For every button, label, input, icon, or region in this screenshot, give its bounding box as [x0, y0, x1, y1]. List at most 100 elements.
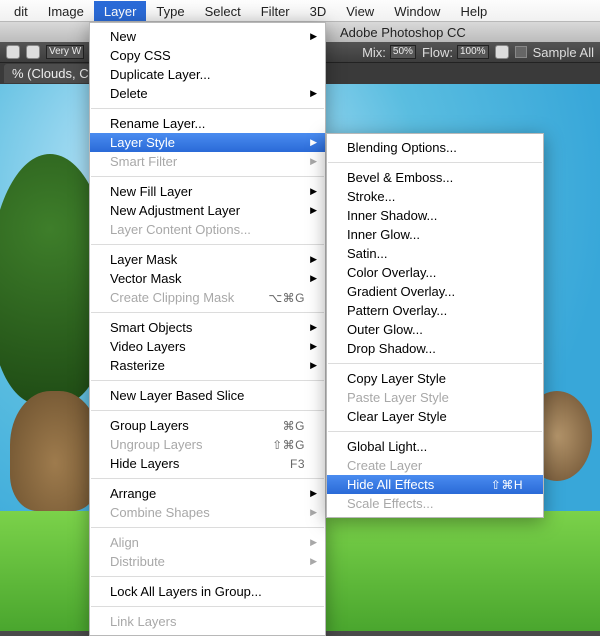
menu-item-label: Outer Glow... [347, 322, 523, 337]
menubar: ditImageLayerTypeSelectFilter3DViewWindo… [0, 0, 600, 22]
layer-menu-item[interactable]: Duplicate Layer... [90, 65, 325, 84]
menu-type[interactable]: Type [146, 1, 194, 21]
menu-item-label: Rename Layer... [110, 116, 305, 131]
menu-item-label: New Adjustment Layer [110, 203, 305, 218]
brush-label[interactable]: Very W [46, 45, 84, 59]
style-menu-item[interactable]: Outer Glow... [327, 320, 543, 339]
menu-item-label: Clear Layer Style [347, 409, 523, 424]
menu-item-label: Smart Objects [110, 320, 305, 335]
layer-menu-item[interactable]: Hide LayersF3 [90, 454, 325, 473]
chevron-right-icon: ▶ [310, 488, 317, 499]
layer-menu-item[interactable]: Delete▶ [90, 84, 325, 103]
layer-menu-item: Layer Content Options... [90, 220, 325, 239]
style-menu-item[interactable]: Satin... [327, 244, 543, 263]
menu-separator [91, 478, 324, 479]
layer-menu-item[interactable]: Layer Style▶ [90, 133, 325, 152]
chevron-right-icon: ▶ [310, 322, 317, 333]
layer-menu-item[interactable]: Group Layers⌘G [90, 416, 325, 435]
tool-preset-icon[interactable] [6, 45, 20, 59]
layer-menu-item[interactable]: Video Layers ▶ [90, 337, 325, 356]
menu-item-label: Duplicate Layer... [110, 67, 305, 82]
flow-value[interactable]: 100% [457, 45, 489, 59]
menu-dit[interactable]: dit [4, 1, 38, 21]
menu-separator [91, 108, 324, 109]
style-menu-item[interactable]: Blending Options... [327, 138, 543, 157]
style-menu-item: Scale Effects... [327, 494, 543, 513]
menu-item-label: Gradient Overlay... [347, 284, 523, 299]
sample-all-checkbox[interactable] [515, 46, 527, 58]
menu-item-label: Rasterize [110, 358, 305, 373]
menu-item-label: Video Layers [110, 339, 305, 354]
layer-menu-item: Ungroup Layers⇧⌘G [90, 435, 325, 454]
layer-menu-item[interactable]: Rasterize ▶ [90, 356, 325, 375]
menu-item-label: Vector Mask [110, 271, 305, 286]
chevron-right-icon: ▶ [310, 341, 317, 352]
style-menu-item[interactable]: Global Light... [327, 437, 543, 456]
menu-help[interactable]: Help [450, 1, 497, 21]
menu-select[interactable]: Select [195, 1, 251, 21]
style-menu-item[interactable]: Copy Layer Style [327, 369, 543, 388]
layer-menu-item[interactable]: New▶ [90, 27, 325, 46]
layer-menu-item: Create Clipping Mask⌥⌘G [90, 288, 325, 307]
menu-item-label: Combine Shapes [110, 505, 305, 520]
menu-item-label: Layer Style [110, 135, 305, 150]
menu-item-label: Copy CSS [110, 48, 305, 63]
mix-value[interactable]: 50% [390, 45, 416, 59]
style-menu-item[interactable]: Pattern Overlay... [327, 301, 543, 320]
chevron-right-icon: ▶ [310, 360, 317, 371]
style-menu-item[interactable]: Bevel & Emboss... [327, 168, 543, 187]
chevron-right-icon: ▶ [310, 186, 317, 197]
deer-art [10, 391, 100, 511]
layer-menu-item: Distribute▶ [90, 552, 325, 571]
menu-item-label: Delete [110, 86, 305, 101]
layer-menu-item[interactable]: New Layer Based Slice [90, 386, 325, 405]
style-menu-item[interactable]: Inner Shadow... [327, 206, 543, 225]
layer-menu-item[interactable]: Vector Mask ▶ [90, 269, 325, 288]
menu-separator [91, 410, 324, 411]
style-menu-item: Create Layer [327, 456, 543, 475]
menu-item-label: Scale Effects... [347, 496, 523, 511]
menu-image[interactable]: Image [38, 1, 94, 21]
style-menu-item[interactable]: Stroke... [327, 187, 543, 206]
layer-menu-item[interactable]: New Adjustment Layer▶ [90, 201, 325, 220]
menu-item-label: Create Layer [347, 458, 523, 473]
flow-label: Flow: [422, 45, 453, 60]
menu-item-label: Inner Glow... [347, 227, 523, 242]
style-menu-item[interactable]: Inner Glow... [327, 225, 543, 244]
menu-item-label: Link Layers [110, 614, 305, 629]
menu-shortcut: ⌥⌘G [268, 291, 305, 305]
brush-icon[interactable] [26, 45, 40, 59]
menu-3d[interactable]: 3D [300, 1, 337, 21]
menu-item-label: New Layer Based Slice [110, 388, 305, 403]
menu-item-label: Lock All Layers in Group... [110, 584, 305, 599]
menu-window[interactable]: Window [384, 1, 450, 21]
chevron-right-icon: ▶ [310, 507, 317, 518]
layer-menu-item[interactable]: Smart Objects ▶ [90, 318, 325, 337]
menu-filter[interactable]: Filter [251, 1, 300, 21]
menu-separator [91, 312, 324, 313]
layer-menu-item[interactable]: Arrange ▶ [90, 484, 325, 503]
menu-view[interactable]: View [336, 1, 384, 21]
layer-menu-item[interactable]: Copy CSS [90, 46, 325, 65]
style-menu-item[interactable]: Color Overlay... [327, 263, 543, 282]
style-menu-item[interactable]: Hide All Effects⇧⌘H [327, 475, 543, 494]
menu-item-label: Bevel & Emboss... [347, 170, 523, 185]
style-menu-item[interactable]: Clear Layer Style [327, 407, 543, 426]
menu-item-label: Arrange [110, 486, 305, 501]
layer-menu-item[interactable]: Rename Layer... [90, 114, 325, 133]
layer-menu: New▶Copy CSSDuplicate Layer...Delete▶Ren… [89, 22, 326, 636]
layer-menu-item[interactable]: New Fill Layer▶ [90, 182, 325, 201]
style-menu-item[interactable]: Gradient Overlay... [327, 282, 543, 301]
window-title: Adobe Photoshop CC [340, 25, 466, 40]
layer-menu-item[interactable]: Lock All Layers in Group... [90, 582, 325, 601]
menu-item-label: Drop Shadow... [347, 341, 523, 356]
layer-style-submenu: Blending Options... Bevel & Emboss... Stro… [326, 133, 544, 518]
style-menu-item[interactable]: Drop Shadow... [327, 339, 543, 358]
menu-item-label: Satin... [347, 246, 523, 261]
menu-item-label: Layer Mask [110, 252, 305, 267]
airbrush-icon[interactable] [495, 45, 509, 59]
style-menu-item: Paste Layer Style [327, 388, 543, 407]
layer-menu-item[interactable]: Layer Mask▶ [90, 250, 325, 269]
menu-layer[interactable]: Layer [94, 1, 147, 21]
chevron-right-icon: ▶ [310, 273, 317, 284]
